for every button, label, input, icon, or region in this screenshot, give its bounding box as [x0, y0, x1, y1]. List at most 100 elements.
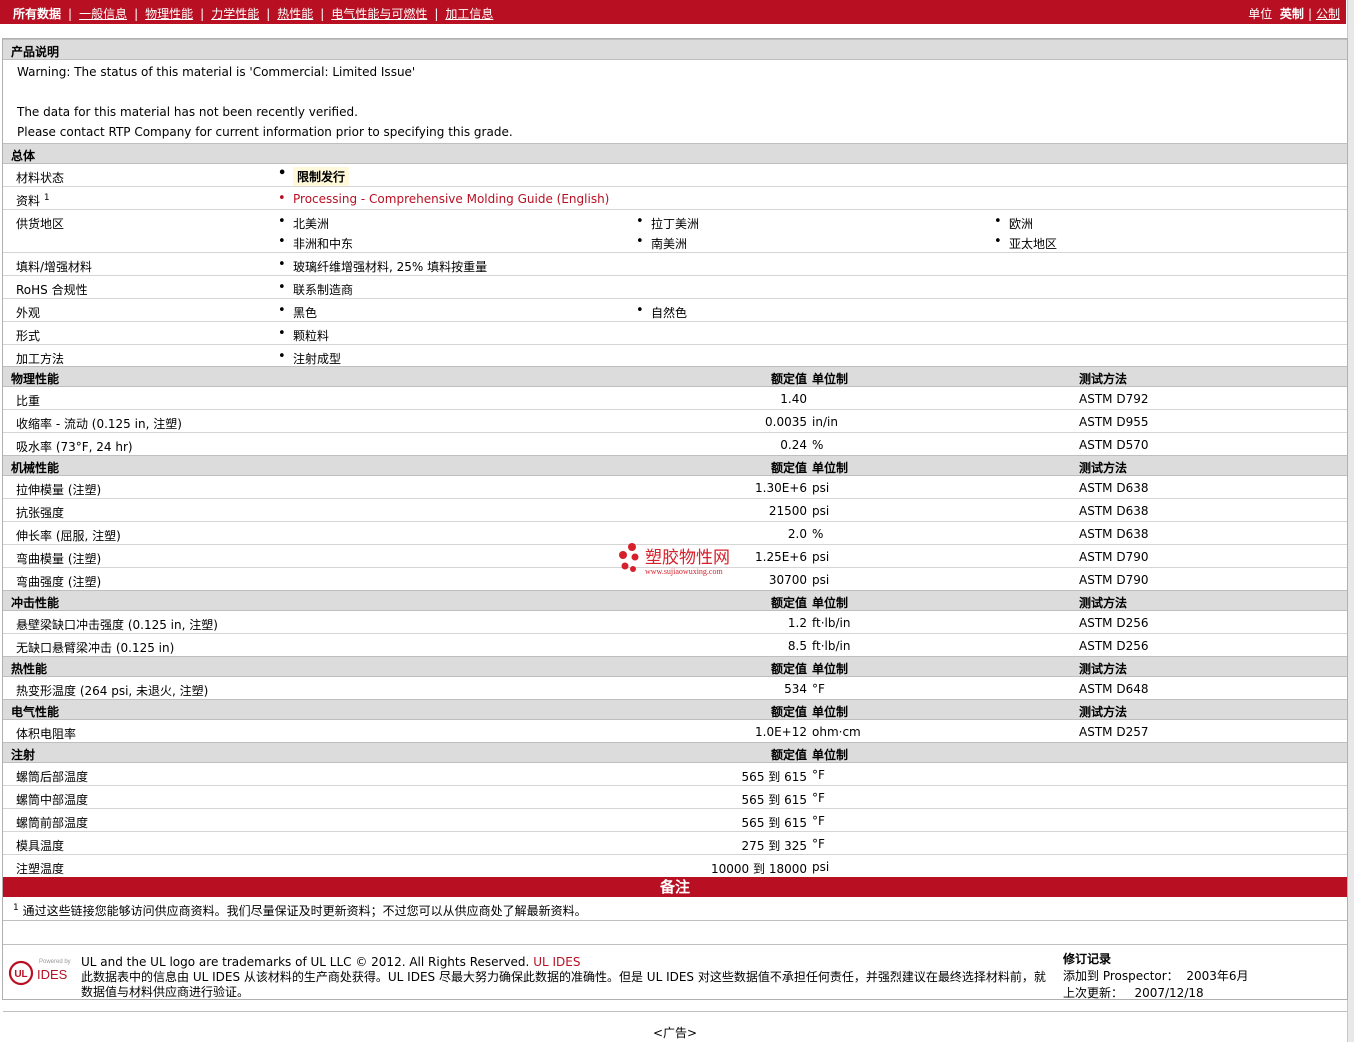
property-label: 吸水率 (73°F, 24 hr): [16, 440, 133, 454]
property-value: 8.5: [787, 639, 807, 653]
property-unit: °F: [812, 837, 825, 851]
svg-text:IDES: IDES: [37, 967, 68, 982]
top-nav-bar: 所有数据 | 一般信息 | 物理性能 | 力学性能 | 热性能 | 电气性能与可燃性 | 加工信息 单位…: [0, 0, 1346, 24]
property-unit: °F: [812, 814, 825, 828]
property-label: 模具温度: [16, 839, 65, 853]
property-value: 1.0E+12: [755, 725, 807, 739]
col-method-header: 测试方法: [1079, 372, 1128, 386]
nav-all-data[interactable]: 所有数据: [13, 7, 61, 21]
watermark-logo: 塑胶物性网 www.sujiaowuxing.com: [615, 541, 765, 581]
row-label: 填料/增强材料: [16, 260, 93, 274]
row-process: 加工方法 注射成型: [3, 345, 1347, 367]
col-unit-header: 单位制: [812, 705, 849, 719]
property-unit: psi: [812, 860, 830, 874]
unit-english: 英制: [1279, 7, 1304, 21]
row-label: 供货地区: [16, 217, 65, 231]
col-method-header: 测试方法: [1079, 705, 1128, 719]
test-method: ASTM D648: [1079, 682, 1149, 696]
nav-mechanical[interactable]: 力学性能: [211, 7, 259, 21]
warning-text: Warning: The status of this material is …: [17, 65, 416, 79]
test-method: ASTM D638: [1079, 504, 1149, 518]
region-item: 南美洲: [636, 234, 687, 252]
property-label: 弯曲强度 (注塑): [16, 575, 102, 589]
divider: [3, 1011, 1347, 1012]
molding-guide-link[interactable]: Processing - Comprehensive Molding Guide…: [278, 191, 609, 206]
property-value: 565 到 615: [741, 793, 807, 807]
property-value: 2.0: [787, 527, 807, 541]
nav-thermal[interactable]: 热性能: [277, 7, 313, 21]
row-regions: 供货地区 北美洲 拉丁美洲 欧洲 非洲和中东 南美洲 亚太地区: [3, 210, 1347, 253]
property-value: 565 到 615: [741, 770, 807, 784]
property-label: 螺筒后部温度: [16, 770, 89, 784]
footer: UL Powered by IDES UL and the UL logo ar…: [3, 951, 1347, 1011]
col-unit-header: 单位制: [812, 596, 849, 610]
nav-general-info[interactable]: 一般信息: [79, 7, 127, 21]
col-value-header: 额定值: [770, 596, 807, 610]
test-method: ASTM D570: [1079, 438, 1149, 452]
updated-date: 2007/12/18: [1134, 986, 1204, 1000]
property-unit: psi: [812, 481, 830, 495]
test-method: ASTM D792: [1079, 392, 1149, 406]
row-label: 形式: [16, 329, 41, 343]
test-method: ASTM D638: [1079, 527, 1149, 541]
property-unit: ohm·cm: [812, 725, 861, 739]
svg-text:塑胶物性网: 塑胶物性网: [645, 548, 730, 568]
property-row: 螺筒前部温度 565 到 615 °F: [3, 809, 1347, 832]
property-row: 吸水率 (73°F, 24 hr) 0.24% ASTM D570: [3, 433, 1347, 455]
nav-electrical[interactable]: 电气性能与可燃性: [331, 7, 427, 21]
col-value-header: 额定值: [770, 662, 807, 676]
property-unit: ft·lb/in: [812, 639, 851, 653]
nav-physical[interactable]: 物理性能: [145, 7, 193, 21]
divider: [3, 920, 1347, 921]
property-row: 收缩率 - 流动 (0.125 in, 注塑) 0.0035 in/in ASTM D…: [3, 410, 1347, 433]
row-label: 加工方法: [16, 352, 65, 366]
col-method-header: 测试方法: [1079, 461, 1128, 475]
region-item: 欧洲: [994, 214, 1033, 232]
property-unit: °F: [812, 768, 825, 782]
section-header-electrical: 电气性能 额定值 单位制 测试方法: [3, 699, 1347, 720]
property-row: 无缺口悬臂梁冲击 (0.125 in) 8.5 ft·lb/in ASTM D256: [3, 634, 1347, 656]
ad-placeholder[interactable]: <广告>: [3, 1024, 1347, 1041]
row-label: 资料 1: [16, 193, 50, 208]
section-header-impact: 冲击性能 额定值 单位制 测试方法: [3, 590, 1347, 611]
region-item: 北美洲: [278, 214, 329, 232]
property-row: 螺筒中部温度 565 到 615 °F: [3, 786, 1347, 809]
property-row: 螺筒后部温度 565 到 615 °F: [3, 763, 1347, 786]
filler-value: 玻璃纤维增强材料, 25% 填料按重量: [278, 257, 487, 275]
property-value: 1.2: [787, 616, 807, 630]
notes-header: 备注: [3, 877, 1347, 897]
property-label: 螺筒前部温度: [16, 816, 89, 830]
property-label: 弯曲模量 (注塑): [16, 552, 102, 566]
col-value-header: 额定值: [770, 461, 807, 475]
property-label: 注塑温度: [16, 862, 65, 876]
property-label: 无缺口悬臂梁冲击 (0.125 in): [16, 641, 175, 655]
appearance-item: 自然色: [636, 303, 687, 321]
property-unit: psi: [812, 550, 830, 564]
property-unit: %: [812, 438, 824, 452]
col-unit-header: 单位制: [812, 461, 849, 475]
col-value-header: 额定值: [770, 705, 807, 719]
verify-text: The data for this material has not been …: [17, 105, 358, 119]
property-row: 热变形温度 (264 psi, 未退火, 注塑) 534 °F ASTM D648: [3, 677, 1347, 699]
property-value: 0.24: [780, 438, 807, 452]
row-form: 形式 颗粒料: [3, 322, 1347, 345]
property-unit: in/in: [812, 415, 838, 429]
rohs-value: 联系制造商: [278, 280, 353, 298]
property-row: 比重 1.40 ASTM D792: [3, 387, 1347, 410]
unit-switch: 单位 英制 | 公制: [1248, 7, 1340, 21]
unit-metric-link[interactable]: 公制: [1316, 7, 1340, 21]
test-method: ASTM D790: [1079, 573, 1149, 587]
ul-ides-link[interactable]: UL IDES: [533, 955, 580, 969]
property-label: 螺筒中部温度: [16, 793, 89, 807]
row-source: 资料 1 Processing - Comprehensive Molding …: [3, 187, 1347, 210]
property-value: 275 到 325: [741, 839, 807, 853]
scrollbar[interactable]: [1347, 0, 1354, 1042]
property-value: 0.0035: [765, 415, 807, 429]
property-label: 比重: [16, 394, 41, 408]
appearance-item: 黑色: [278, 303, 317, 321]
col-value-header: 额定值: [770, 748, 807, 762]
nav-processing[interactable]: 加工信息: [445, 7, 493, 21]
process-value: 注射成型: [278, 349, 341, 367]
test-method: ASTM D790: [1079, 550, 1149, 564]
added-date: 2003年6月: [1186, 969, 1249, 983]
